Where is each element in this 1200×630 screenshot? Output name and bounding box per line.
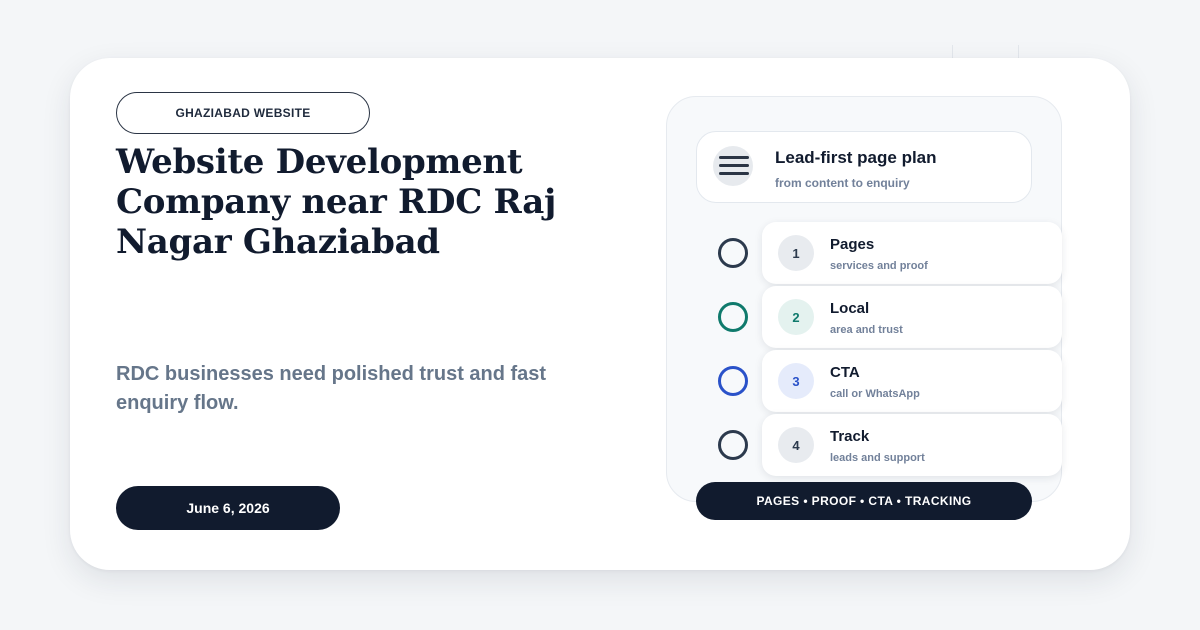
step-card-cta: 3 CTA call or WhatsApp — [762, 350, 1062, 412]
step-number: 4 — [778, 427, 814, 463]
step-subtitle: leads and support — [830, 452, 925, 464]
step-title: Pages — [830, 236, 875, 253]
plan-subtitle: from content to enquiry — [775, 176, 910, 190]
footer-badge: PAGES • PROOF • CTA • TRACKING — [696, 482, 1032, 520]
step-title: Local — [830, 300, 870, 317]
date-badge: June 6, 2026 — [116, 486, 340, 530]
step-subtitle: call or WhatsApp — [830, 388, 920, 400]
step-subtitle: services and proof — [830, 260, 928, 272]
plan-header: Lead-first page plan from content to enq… — [696, 131, 1032, 203]
plan-title: Lead-first page plan — [775, 148, 937, 167]
step-ring-icon — [718, 238, 748, 268]
page-subtitle: RDC businesses need polished trust and f… — [116, 363, 547, 414]
step-number: 3 — [778, 363, 814, 399]
step-title: CTA — [830, 364, 860, 381]
step-number: 1 — [778, 235, 814, 271]
background-line — [952, 45, 953, 59]
step-card-pages: 1 Pages services and proof — [762, 222, 1062, 284]
step-card-track: 4 Track leads and support — [762, 414, 1062, 476]
step-ring-icon — [718, 366, 748, 396]
menu-lines-icon — [713, 146, 753, 186]
background-line — [1018, 45, 1019, 59]
content-card: GHAZIABAD WEBSITE Website Development Co… — [70, 58, 1130, 570]
category-tag: GHAZIABAD WEBSITE — [116, 92, 370, 134]
step-number: 2 — [778, 299, 814, 335]
step-subtitle: area and trust — [830, 324, 903, 336]
step-title: Track — [830, 428, 870, 445]
step-ring-icon — [718, 302, 748, 332]
page-title: Website Development Company near RDC Raj… — [116, 142, 556, 262]
step-card-local: 2 Local area and trust — [762, 286, 1062, 348]
step-ring-icon — [718, 430, 748, 460]
